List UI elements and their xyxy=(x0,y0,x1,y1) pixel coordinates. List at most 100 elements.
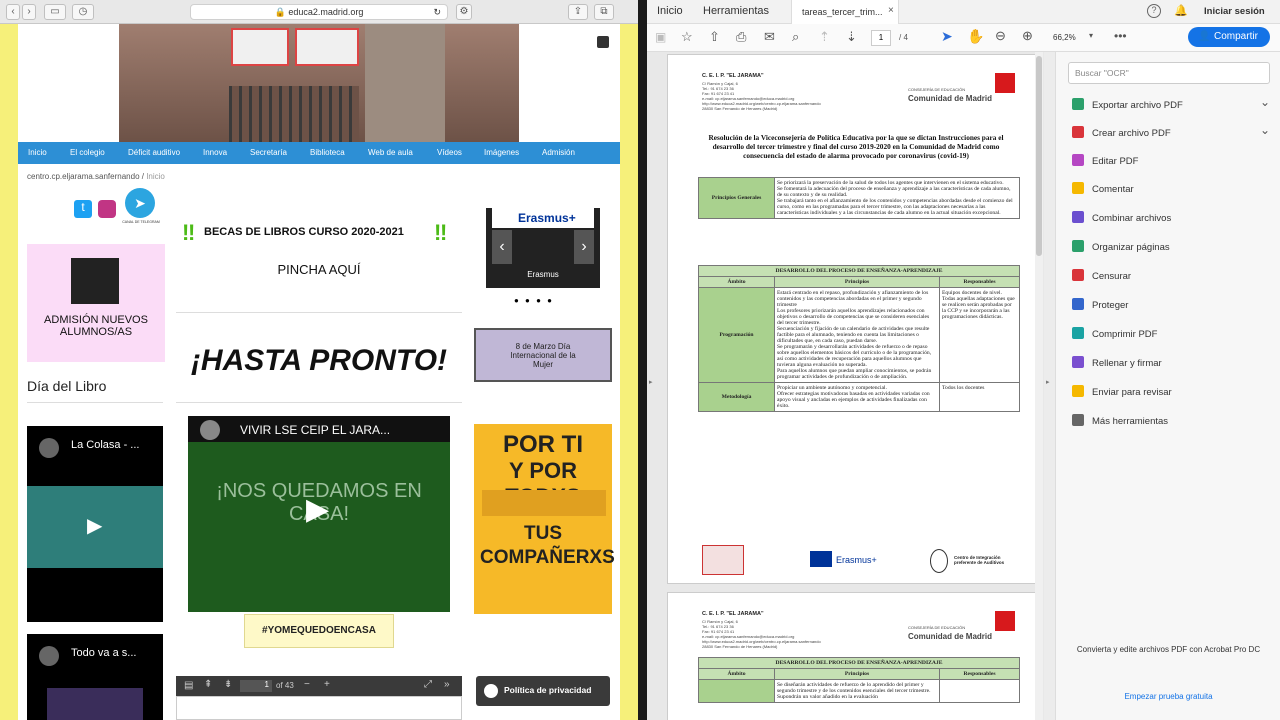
tab-document[interactable]: tareas_tercer_trim... × xyxy=(791,0,899,24)
scrollbar-thumb[interactable] xyxy=(1036,56,1042,256)
tool-item[interactable]: Comentar xyxy=(1072,182,1134,195)
up-icon[interactable]: ⇞ xyxy=(204,679,212,690)
hand-icon[interactable]: ✋ xyxy=(967,28,984,45)
zoom-search-icon[interactable]: ⌕ xyxy=(792,29,799,45)
bell-icon[interactable]: 🔔 xyxy=(1174,4,1188,17)
page-up-icon[interactable]: ⇡ xyxy=(819,29,830,45)
share-user-icon: 👤 xyxy=(1198,31,1211,42)
upload-icon[interactable]: ⇧ xyxy=(709,29,720,45)
prog-item: Se programarán y desarrollarán actividad… xyxy=(777,344,932,368)
collapse-right-icon[interactable]: ▸ xyxy=(1046,378,1050,386)
chevron-down-icon[interactable]: ▾ xyxy=(1089,31,1093,40)
chevron-down-icon[interactable]: ⌄ xyxy=(1260,123,1270,137)
login-link[interactable]: Iniciar sesión xyxy=(1204,6,1265,17)
reload-icon[interactable]: ↻ xyxy=(433,5,441,20)
play-icon[interactable]: ▶ xyxy=(306,492,329,527)
video-todo-va[interactable]: Todo va a s... xyxy=(27,634,163,720)
tool-item[interactable]: Comprimir PDF xyxy=(1072,327,1157,340)
tool-item[interactable]: Combinar archivos xyxy=(1072,211,1171,224)
nav-biblioteca[interactable]: Biblioteca xyxy=(310,148,345,157)
play-icon[interactable]: ▶ xyxy=(87,513,102,538)
back-button[interactable]: ‹ xyxy=(6,4,20,20)
nav-inicio[interactable]: Inicio xyxy=(28,148,47,157)
expand-left-icon[interactable]: ▸ xyxy=(649,378,653,386)
email-icon[interactable]: ✉ xyxy=(764,29,775,45)
admision-banner[interactable]: ADMISIÓN NUEVOS ALUMNOS/AS xyxy=(27,244,165,362)
youtube-embed[interactable]: VIVIR LSE CEIP EL JARA... ¡NOS QUEDAMOS … xyxy=(188,416,450,612)
carousel-dots[interactable]: ● ● ● ● xyxy=(514,296,554,305)
page-input[interactable]: 1 xyxy=(871,30,891,46)
zoom-in-icon[interactable]: ⊕ xyxy=(1022,28,1033,44)
carousel-prev-icon[interactable]: ‹ xyxy=(492,230,512,264)
p2-item: Supondrán un valor añadido en la evaluac… xyxy=(777,694,878,700)
share-icon[interactable]: ⇪ xyxy=(568,4,588,20)
extension-icon[interactable]: ⚙ xyxy=(456,4,472,20)
video-la-colasa[interactable]: La Colasa - ... ▶ xyxy=(27,426,163,622)
met-resp: Todos los docentes xyxy=(939,382,1020,412)
tool-item[interactable]: Rellenar y firmar xyxy=(1072,356,1162,369)
pdf-page-input[interactable]: 1 xyxy=(240,680,272,692)
zoom-out-icon[interactable]: − xyxy=(304,679,310,690)
history-icon[interactable]: ◷ xyxy=(72,4,94,20)
select-cursor-icon[interactable]: ➤ xyxy=(941,28,953,45)
tool-item[interactable]: Exportar archivo PDF ⌄ xyxy=(1072,95,1270,111)
pincha-aqui[interactable]: PINCHA AQUÍ xyxy=(176,262,462,277)
tool-item[interactable]: Editar PDF xyxy=(1072,154,1138,167)
zoom-level[interactable]: 66,2% xyxy=(1053,33,1076,42)
address-bar[interactable]: 🔒 educa2.madrid.org ↻ xyxy=(190,4,448,20)
nav-secretaria[interactable]: Secretaría xyxy=(250,148,287,157)
forward-button[interactable]: › xyxy=(22,4,36,20)
page-down-icon[interactable]: ⇣ xyxy=(846,29,857,45)
nav-deficit[interactable]: Déficit auditivo xyxy=(128,148,180,157)
save-icon[interactable]: ▣ xyxy=(655,30,666,44)
trial-link[interactable]: Empezar prueba gratuita xyxy=(1066,692,1271,701)
down-icon[interactable]: ⇟ xyxy=(224,679,232,690)
document-viewer[interactable]: C. E. I. P. "EL JARAMA" C/ Ramón y Cajal… xyxy=(657,52,1047,720)
nav-innova[interactable]: Innova xyxy=(203,148,227,157)
close-tab-icon[interactable]: × xyxy=(888,5,894,16)
tool-item[interactable]: Más herramientas xyxy=(1072,414,1168,427)
ear-icon xyxy=(930,549,948,573)
help-icon[interactable]: ? xyxy=(1147,4,1161,18)
tab-inicio[interactable]: Inicio xyxy=(657,5,683,17)
nav-videos[interactable]: Vídeos xyxy=(437,148,462,157)
nav-admision[interactable]: Admisión xyxy=(542,148,575,157)
instagram-icon[interactable] xyxy=(98,200,116,218)
twitter-icon[interactable]: t xyxy=(74,200,92,218)
sidebar-icon[interactable]: ▭ xyxy=(44,4,66,20)
more-icon[interactable]: » xyxy=(444,679,450,690)
share-button[interactable]: 👤 Compartir xyxy=(1188,27,1270,47)
tool-item[interactable]: Proteger xyxy=(1072,298,1128,311)
chevron-down-icon[interactable]: ⌄ xyxy=(1260,95,1270,109)
tool-item[interactable]: Crear archivo PDF ⌄ xyxy=(1072,123,1270,139)
scrollbar[interactable] xyxy=(1035,52,1043,720)
privacy-link[interactable]: Política de privacidad xyxy=(504,685,591,695)
breadcrumb-home[interactable]: centro.cp.eljarama.sanfernando xyxy=(27,172,140,181)
star-icon[interactable]: ☆ xyxy=(681,29,693,45)
sign-image xyxy=(295,28,359,66)
tab-herramientas[interactable]: Herramientas xyxy=(703,5,769,17)
tools-search-input[interactable]: Buscar "OCR" xyxy=(1068,62,1270,84)
tool-item[interactable]: Censurar xyxy=(1072,269,1131,282)
more-options-icon[interactable]: ••• xyxy=(1114,29,1127,43)
fullscreen-icon[interactable]: ⤢ xyxy=(424,679,432,690)
sidebar-toggle-icon[interactable]: ▤ xyxy=(184,680,193,691)
nav-web-aula[interactable]: Web de aula xyxy=(368,148,413,157)
nav-imagenes[interactable]: Imágenes xyxy=(484,148,519,157)
tool-item[interactable]: Organizar páginas xyxy=(1072,240,1170,253)
print-icon[interactable]: ⎙ xyxy=(736,29,746,45)
becas-banner[interactable]: ‼ BECAS DE LIBROS CURSO 2020-2021 ‼ PINC… xyxy=(176,214,462,310)
dia-mujer-banner[interactable]: 8 de Marzo Día Internacional de la Mujer xyxy=(474,328,612,382)
por-ti-poster[interactable]: POR TI Y POR TODXS TUS COMPAÑERXS xyxy=(474,424,615,614)
zoom-in-icon[interactable]: + xyxy=(324,679,330,690)
zoom-out-icon[interactable]: ⊖ xyxy=(995,28,1006,44)
video-thumbnail xyxy=(47,688,143,720)
tabs-icon[interactable]: ⧉ xyxy=(594,4,614,20)
split-divider[interactable] xyxy=(638,0,647,720)
user-icon[interactable] xyxy=(597,36,609,48)
nav-colegio[interactable]: El colegio xyxy=(70,148,105,157)
privacy-widget[interactable]: Política de privacidad xyxy=(476,676,610,706)
telegram-icon[interactable]: ➤ xyxy=(125,188,155,218)
carousel-next-icon[interactable]: › xyxy=(574,230,594,264)
tool-item[interactable]: Enviar para revisar xyxy=(1072,385,1172,398)
